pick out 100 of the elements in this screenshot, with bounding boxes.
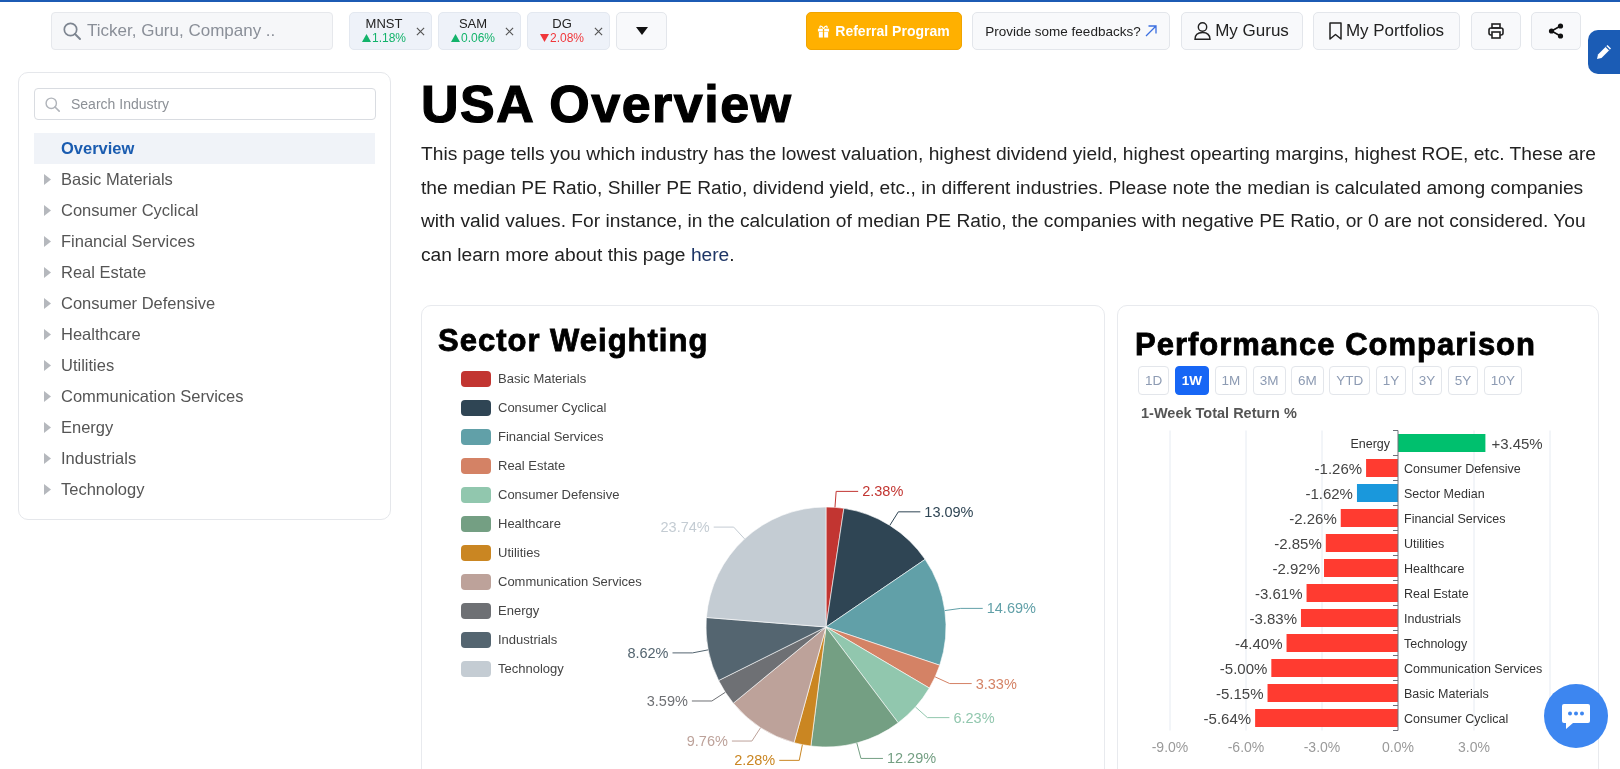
sidebar-item[interactable]: Healthcare (34, 319, 375, 350)
close-icon[interactable] (594, 26, 603, 36)
sidebar-item[interactable]: Industrials (34, 443, 375, 474)
slice-label: 3.33% (975, 675, 1017, 692)
sidebar-item[interactable]: Real Estate (34, 257, 375, 288)
sidebar-item[interactable]: Energy (34, 412, 375, 443)
tick-label: -3.0% (1303, 739, 1341, 755)
slice-label: 3.59% (646, 693, 688, 709)
legend-label: Energy (498, 603, 540, 618)
value-label: -4.40% (1235, 634, 1283, 652)
value-label: -1.26% (1314, 459, 1363, 477)
gift-icon (817, 24, 831, 38)
caret-icon (635, 27, 648, 35)
category-label: Communication Services (1404, 662, 1543, 676)
edit-button[interactable] (1588, 30, 1620, 74)
leader-line (915, 706, 950, 719)
leader-line (934, 676, 973, 685)
legend-label: Communication Services (498, 574, 642, 589)
period-tab[interactable]: 1W (1174, 366, 1209, 395)
search-field[interactable]: Search Industry (34, 88, 376, 120)
sidebar-item[interactable]: Consumer Defensive (34, 288, 375, 319)
dropdown-button[interactable] (616, 12, 667, 50)
print-button[interactable] (1470, 12, 1521, 50)
printer-icon (1487, 23, 1504, 39)
category-label: Consumer Defensive (1404, 462, 1521, 476)
chat-icon (1561, 702, 1591, 730)
legend-label: Basic Materials (498, 371, 587, 386)
sidebar-item[interactable]: Basic Materials (34, 164, 375, 195)
category-label: Utilities (1404, 537, 1445, 551)
legend-label: Real Estate (498, 458, 566, 473)
card-title: Sector Weighting (438, 322, 710, 360)
search-field[interactable]: Ticker, Guru, Company .. (51, 12, 333, 50)
sidebar-item[interactable]: Technology (34, 474, 375, 505)
intro-paragraph: This page tells you which industry has the lowest valuation, highest dividend yield, highest opearting margins, highest ROE, etc. These are the median PE Ratio, Shiller PE Ratio, dividend yield, etc., in different industries. Please note the median is calculated among companies with valid values. For instance, in the calculation of median PE Ratio, the companies with negative PE Ratio, or 0 are not considered. You can learn more about this page here. (421, 142, 1597, 267)
sidebar-item[interactable]: Utilities (34, 350, 375, 381)
caret-icon[interactable] (44, 484, 51, 495)
ticker-chip[interactable]: SAM 0.06% (438, 12, 521, 50)
leader-line (856, 742, 884, 759)
value-label: -1.62% (1305, 484, 1353, 502)
legend-label: Consumer Defensive (498, 487, 620, 502)
value-label: -3.83% (1249, 609, 1297, 627)
sidebar-item[interactable]: Communication Services (34, 381, 375, 412)
category-label: Healthcare (1404, 562, 1465, 576)
learn-more-link[interactable]: here (690, 243, 730, 265)
close-icon[interactable] (505, 26, 514, 36)
category-label: Industrials (1404, 612, 1461, 626)
my-portfolios-button[interactable]: My Portfolios (1313, 12, 1460, 50)
share-icon (1548, 23, 1564, 39)
my-gurus-button[interactable]: My Gurus (1180, 12, 1303, 50)
caret-icon[interactable] (44, 205, 51, 216)
page-title: USA Overview (421, 74, 794, 134)
share-button[interactable] (1531, 12, 1581, 50)
legend-label: Healthcare (498, 516, 561, 531)
caret-icon[interactable] (44, 391, 51, 402)
caret-icon[interactable] (44, 174, 51, 185)
close-icon[interactable] (416, 26, 425, 36)
legend-label: Consumer Cyclical (498, 400, 607, 415)
caret-icon[interactable] (44, 267, 51, 278)
tick-label: -9.0% (1151, 739, 1189, 755)
ticker-chip[interactable]: DG 2.08% (527, 12, 610, 50)
ticker-symbol: DG (552, 17, 572, 31)
caret-icon[interactable] (44, 329, 51, 340)
caret-icon[interactable] (44, 422, 51, 433)
category-label: Sector Median (1404, 487, 1485, 501)
ticker-chip[interactable]: MNST 1.18% (349, 12, 432, 50)
search-icon (45, 96, 60, 112)
value-label: -3.61% (1255, 584, 1303, 602)
value-label: -5.15% (1216, 684, 1264, 702)
value-label: -5.64% (1203, 709, 1252, 727)
legend-label: Industrials (498, 632, 558, 647)
ticker-symbol: SAM (458, 17, 488, 31)
category-label: Financial Services (1404, 512, 1506, 526)
category-label: Basic Materials (1404, 687, 1489, 701)
sidebar-item[interactable]: Overview (34, 133, 375, 164)
feedback-button[interactable]: Provide some feedbacks? (972, 12, 1170, 50)
caret-icon[interactable] (44, 453, 51, 464)
sidebar-item[interactable]: Consumer Cyclical (34, 195, 375, 226)
caret-icon[interactable] (44, 298, 51, 309)
category-label: Real Estate (1404, 587, 1469, 601)
caret-icon[interactable] (44, 360, 51, 371)
category-label: Consumer Cyclical (1404, 712, 1509, 726)
caret-icon[interactable] (44, 236, 51, 247)
ticker-symbol: MNST (365, 17, 403, 31)
leader-line (713, 526, 746, 540)
leader-line (889, 511, 921, 526)
chart-title: 1-Week Total Return % (1141, 404, 1297, 423)
user-icon (1194, 22, 1212, 40)
legend-label: Technology (498, 661, 564, 676)
arrow-icon (1144, 25, 1157, 37)
ticker-change: 1.18% (372, 31, 406, 45)
bookmark-icon (1328, 22, 1342, 40)
slice-label: 23.74% (660, 519, 710, 536)
value-label: -2.85% (1274, 534, 1322, 552)
leader-line (834, 490, 859, 508)
slice-label: 13.09% (924, 503, 974, 520)
slice-label: 2.38% (862, 483, 904, 500)
legend-label: Utilities (498, 545, 540, 560)
slice-label: 8.62% (627, 644, 669, 661)
tick-label: 3.0% (1458, 739, 1490, 755)
sidebar-item[interactable]: Financial Services (34, 226, 375, 257)
